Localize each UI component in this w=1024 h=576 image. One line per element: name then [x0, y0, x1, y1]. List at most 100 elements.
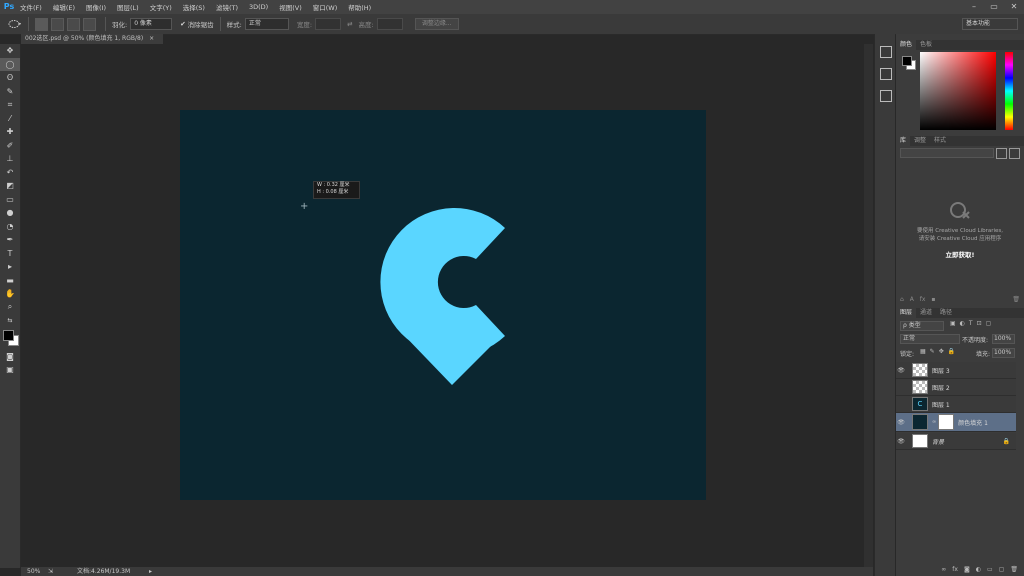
- close-tab-icon[interactable]: ×: [149, 35, 154, 42]
- menu-file[interactable]: 文件(F): [20, 2, 42, 12]
- blend-mode-select[interactable]: 正常: [900, 334, 960, 344]
- lasso-tool-icon[interactable]: ʘ: [0, 71, 20, 85]
- healing-brush-tool-icon[interactable]: ✚: [0, 125, 20, 139]
- menu-view[interactable]: 视图(V): [279, 2, 302, 12]
- height-input[interactable]: [376, 18, 403, 30]
- subtract-selection-button[interactable]: [67, 17, 80, 31]
- properties-panel-icon[interactable]: [880, 90, 892, 102]
- width-input[interactable]: [315, 18, 342, 30]
- get-it-now-link[interactable]: 立即获取!: [896, 249, 1024, 259]
- visibility-eye-icon[interactable]: 👁: [896, 367, 906, 374]
- tab-styles[interactable]: 样式: [930, 136, 950, 146]
- document-tab[interactable]: 002选区.psd @ 50% (颜色填充 1, RGB/8) ×: [21, 34, 163, 44]
- new-selection-button[interactable]: [35, 17, 48, 31]
- blur-tool-icon[interactable]: ●: [0, 206, 20, 220]
- menu-help[interactable]: 帮助(H): [348, 2, 371, 12]
- close-window-icon[interactable]: ✕: [1004, 0, 1024, 14]
- layer-filter-icons[interactable]: ▣◐T⊡▢: [950, 320, 995, 327]
- antialias-checkbox-icon[interactable]: ✔: [180, 20, 185, 28]
- type-tool-icon[interactable]: T: [0, 247, 20, 261]
- lock-options-icons[interactable]: ▦✎✥🔒: [920, 348, 959, 355]
- document-info[interactable]: 文档:4.26M/19.3M: [77, 567, 130, 576]
- menu-image[interactable]: 图像(I): [86, 2, 106, 12]
- quick-mask-icon[interactable]: ◙: [0, 350, 20, 364]
- hand-tool-icon[interactable]: ✋: [0, 287, 20, 301]
- library-add-color-icon[interactable]: ▪: [931, 296, 935, 303]
- fill-input[interactable]: 100%: [992, 348, 1015, 358]
- tab-libraries[interactable]: 库: [896, 136, 911, 146]
- hue-slider[interactable]: [1005, 52, 1013, 130]
- foreground-color-swatch[interactable]: [3, 329, 14, 341]
- history-brush-tool-icon[interactable]: ↶: [0, 166, 20, 180]
- intersect-selection-button[interactable]: [83, 17, 96, 31]
- visibility-eye-icon[interactable]: 👁: [896, 438, 906, 445]
- swap-dimensions-icon[interactable]: ⇄: [347, 20, 352, 28]
- library-add-effect-icon[interactable]: fx: [920, 296, 926, 303]
- add-style-icon[interactable]: fx: [952, 566, 958, 576]
- menu-window[interactable]: 窗口(W): [313, 2, 338, 12]
- zoom-level[interactable]: 50%: [27, 567, 40, 576]
- vertical-scrollbar[interactable]: [864, 44, 873, 567]
- tab-color[interactable]: 颜色: [896, 40, 917, 50]
- layer-row[interactable]: C 图层 1: [896, 396, 1016, 413]
- screen-mode-icon[interactable]: ▣: [0, 363, 20, 377]
- gradient-tool-icon[interactable]: ▭: [0, 193, 20, 207]
- list-view-icon[interactable]: [1009, 148, 1020, 159]
- rectangle-tool-icon[interactable]: ▬: [0, 274, 20, 288]
- clone-stamp-tool-icon[interactable]: ⊥: [0, 152, 20, 166]
- menu-3d[interactable]: 3D(D): [249, 3, 268, 11]
- menu-layer[interactable]: 图层(L): [117, 2, 139, 12]
- feather-input[interactable]: 0 像素: [130, 18, 173, 30]
- eraser-tool-icon[interactable]: ◩: [0, 179, 20, 193]
- layer-row[interactable]: 👁 图层 3: [896, 362, 1016, 379]
- delete-layer-icon[interactable]: 🗑: [1010, 566, 1018, 576]
- grid-view-icon[interactable]: [996, 148, 1007, 159]
- adjustment-layer-icon[interactable]: ◐: [976, 566, 981, 576]
- menu-filter[interactable]: 滤镜(T): [216, 2, 238, 12]
- library-select[interactable]: [900, 148, 994, 158]
- maximize-icon[interactable]: ▭: [984, 0, 1004, 14]
- opacity-input[interactable]: 100%: [992, 334, 1015, 344]
- move-tool-icon[interactable]: ✥: [0, 44, 20, 58]
- actions-panel-icon[interactable]: [880, 68, 892, 80]
- swap-colors-icon[interactable]: ⇆: [0, 314, 20, 328]
- layer-row[interactable]: 图层 2: [896, 379, 1016, 396]
- menu-type[interactable]: 文字(Y): [150, 2, 172, 12]
- menu-edit[interactable]: 编辑(E): [53, 2, 75, 12]
- library-delete-icon[interactable]: 🗑: [1012, 296, 1020, 303]
- tab-layers[interactable]: 图层: [896, 308, 917, 318]
- eyedropper-tool-icon[interactable]: ⁄: [0, 112, 20, 126]
- zoom-tool-icon[interactable]: ⌕: [0, 301, 20, 315]
- color-swatches[interactable]: [0, 328, 20, 350]
- add-mask-icon[interactable]: ◙: [964, 566, 970, 576]
- layer-filter-select[interactable]: ρ 类型: [900, 321, 944, 331]
- document-canvas[interactable]: [180, 110, 706, 500]
- dodge-tool-icon[interactable]: ◔: [0, 220, 20, 234]
- minimize-icon[interactable]: –: [964, 0, 984, 14]
- visibility-eye-icon[interactable]: 👁: [896, 419, 906, 426]
- pen-tool-icon[interactable]: ✒: [0, 233, 20, 247]
- elliptical-marquee-icon[interactable]: [8, 19, 22, 29]
- workspace-select[interactable]: 基本功能: [962, 18, 1018, 30]
- layer-row[interactable]: 👁 背景 🔒: [896, 433, 1016, 450]
- tab-paths[interactable]: 路径: [936, 308, 956, 318]
- tab-adjustments[interactable]: 调整: [910, 136, 930, 146]
- refine-edge-button[interactable]: 调整边缘...: [414, 18, 459, 30]
- color-fg-swatch[interactable]: [902, 56, 912, 66]
- library-add-graphic-icon[interactable]: ⌂: [900, 296, 904, 303]
- tab-channels[interactable]: 通道: [916, 308, 936, 318]
- quick-selection-tool-icon[interactable]: ✎: [0, 85, 20, 99]
- link-layers-icon[interactable]: ∞: [941, 566, 946, 576]
- share-icon[interactable]: ⇲: [48, 567, 53, 576]
- tab-swatches[interactable]: 色板: [916, 40, 936, 50]
- library-add-style-icon[interactable]: A: [910, 296, 914, 303]
- color-spectrum-field[interactable]: [920, 52, 996, 130]
- crop-tool-icon[interactable]: ⌗: [0, 98, 20, 112]
- history-panel-icon[interactable]: [880, 46, 892, 58]
- style-select[interactable]: 正常: [244, 18, 289, 30]
- status-menu-arrow-icon[interactable]: ▸: [149, 567, 152, 576]
- new-layer-icon[interactable]: ▢: [999, 566, 1005, 576]
- elliptical-marquee-tool-icon[interactable]: ◯: [0, 57, 20, 71]
- layer-row-selected[interactable]: 👁 ∞ 颜色填充 1: [896, 413, 1016, 432]
- menu-select[interactable]: 选择(S): [183, 2, 205, 12]
